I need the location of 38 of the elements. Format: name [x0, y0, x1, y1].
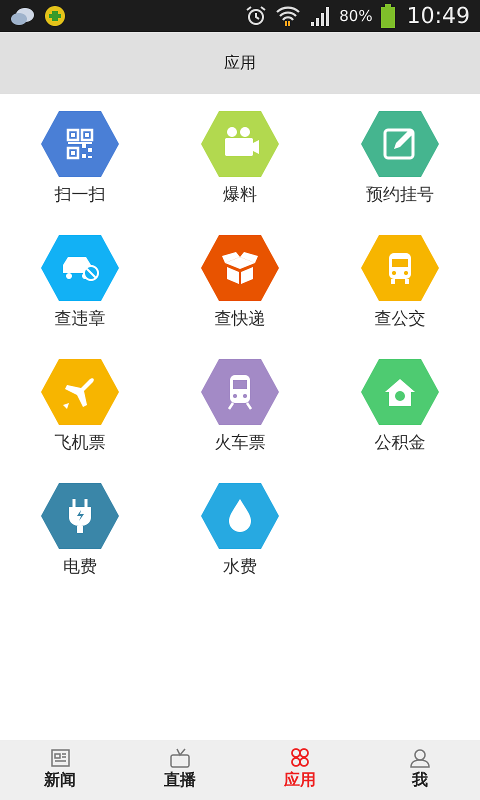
open-box-icon	[201, 235, 279, 301]
battery-icon	[380, 4, 395, 28]
person-icon	[409, 748, 431, 768]
nav-tab[interactable]: 直播	[120, 740, 240, 800]
app-button[interactable]: 公积金	[361, 359, 439, 454]
bus-icon	[361, 235, 439, 301]
nav-tab[interactable]: 新闻	[0, 740, 120, 800]
app-button[interactable]: 火车票	[201, 359, 279, 454]
app-button[interactable]: 查快递	[201, 235, 279, 330]
qr-code-icon	[41, 111, 119, 177]
app-button[interactable]: 查公交	[361, 235, 439, 330]
video-camera-icon	[201, 111, 279, 177]
wifi-icon	[275, 5, 302, 27]
airplane-icon	[41, 359, 119, 425]
app-button[interactable]: 飞机票	[41, 359, 119, 454]
nav-tab[interactable]: 我	[360, 740, 480, 800]
house-coin-icon	[361, 359, 439, 425]
train-icon	[201, 359, 279, 425]
newspaper-icon	[49, 748, 71, 768]
pencil-note-icon	[361, 111, 439, 177]
app-button[interactable]: 扫一扫	[41, 111, 119, 206]
nav-tab[interactable]: 应用	[240, 740, 360, 800]
car-icon	[41, 235, 119, 301]
water-drop-icon	[201, 483, 279, 549]
app-button[interactable]: 查违章	[41, 235, 119, 330]
plug-icon	[41, 483, 119, 549]
app-button[interactable]: 电费	[41, 483, 119, 578]
battery-percent: 80%	[339, 7, 373, 25]
app-button[interactable]: 爆料	[201, 111, 279, 206]
app-button[interactable]: 预约挂号	[361, 111, 439, 206]
grid-icon	[289, 748, 311, 768]
cloud-icon	[10, 7, 36, 25]
alarm-icon	[245, 5, 268, 27]
app-button[interactable]: 水费	[201, 483, 279, 578]
page-title: 应用	[224, 52, 256, 74]
signal-icon	[309, 6, 332, 26]
clock-time: 10:49	[406, 4, 470, 28]
television-icon	[169, 748, 191, 768]
